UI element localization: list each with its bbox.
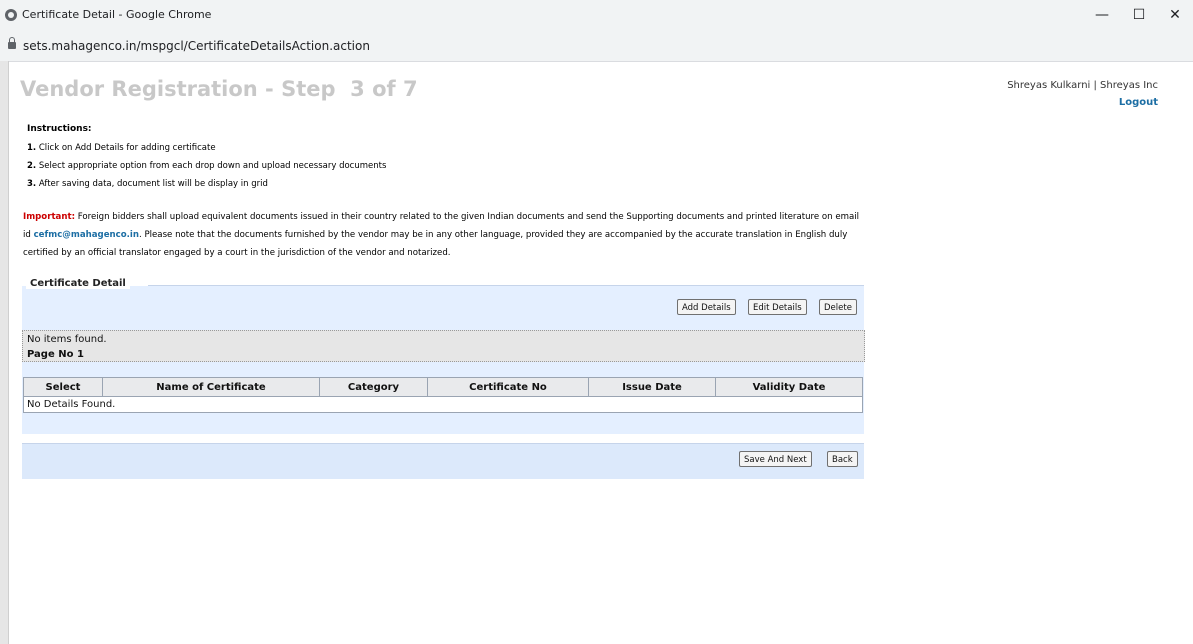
instruction-item: 3. After saving data, document list will… bbox=[27, 179, 268, 189]
delete-button[interactable]: Delete bbox=[819, 299, 857, 315]
page-title: Vendor Registration - Step 3 of 7 bbox=[20, 77, 418, 101]
important-text-continued: . Please note that the documents furnish… bbox=[23, 230, 848, 258]
instruction-number: 1. bbox=[27, 143, 37, 153]
column-header-category[interactable]: Category bbox=[319, 377, 428, 397]
minimize-icon[interactable]: — bbox=[1089, 5, 1115, 25]
important-label: Important: bbox=[23, 212, 76, 222]
footer-action-bar bbox=[22, 443, 864, 479]
instruction-text: Click on Add Details for adding certific… bbox=[36, 143, 216, 153]
edit-details-button[interactable]: Edit Details bbox=[748, 299, 807, 315]
column-header-issue-date[interactable]: Issue Date bbox=[588, 377, 716, 397]
back-button[interactable]: Back bbox=[827, 451, 858, 467]
instruction-item: 1. Click on Add Details for adding certi… bbox=[27, 143, 216, 153]
user-info: Shreyas Kulkarni | Shreyas Inc bbox=[1007, 80, 1158, 91]
email-link[interactable]: cefmc@mahagenco.in bbox=[34, 230, 139, 240]
window-left-edge bbox=[0, 61, 9, 644]
instruction-number: 3. bbox=[27, 179, 37, 189]
grid-status-panel: No items found. Page No 1 bbox=[22, 330, 865, 362]
close-icon[interactable]: ✕ bbox=[1162, 5, 1188, 25]
browser-favicon-icon bbox=[5, 9, 17, 21]
url-text[interactable]: sets.mahagenco.in/mspgcl/CertificateDeta… bbox=[23, 39, 370, 53]
instructions-heading: Instructions: bbox=[27, 124, 92, 134]
column-header-select[interactable]: Select bbox=[23, 377, 103, 397]
table-header-row: Select Name of Certificate Category Cert… bbox=[23, 377, 863, 397]
certificate-table: Select Name of Certificate Category Cert… bbox=[23, 377, 863, 413]
browser-chrome: Certificate Detail - Google Chrome — ☐ ✕… bbox=[0, 0, 1193, 62]
important-notice: Important: Foreign bidders shall upload … bbox=[23, 208, 863, 262]
maximize-icon[interactable]: ☐ bbox=[1126, 5, 1152, 25]
save-and-next-button[interactable]: Save And Next bbox=[739, 451, 812, 467]
instruction-text: After saving data, document list will be… bbox=[36, 179, 268, 189]
instruction-item: 2. Select appropriate option from each d… bbox=[27, 161, 386, 171]
no-items-message: No items found. bbox=[27, 334, 107, 345]
title-bar: Certificate Detail - Google Chrome — ☐ ✕ bbox=[0, 0, 1193, 32]
lock-icon bbox=[8, 37, 16, 49]
window-title: Certificate Detail - Google Chrome bbox=[22, 8, 212, 21]
certificate-detail-legend: Certificate Detail bbox=[26, 278, 130, 289]
no-details-message: No Details Found. bbox=[23, 396, 863, 413]
add-details-button[interactable]: Add Details bbox=[677, 299, 736, 315]
instruction-text: Select appropriate option from each drop… bbox=[36, 161, 387, 171]
column-header-name[interactable]: Name of Certificate bbox=[102, 377, 320, 397]
instruction-number: 2. bbox=[27, 161, 37, 171]
logout-link[interactable]: Logout bbox=[1119, 97, 1158, 108]
table-row: No Details Found. bbox=[23, 396, 863, 413]
column-header-certificate-no[interactable]: Certificate No bbox=[427, 377, 589, 397]
page-number: Page No 1 bbox=[27, 349, 84, 360]
address-bar[interactable]: sets.mahagenco.in/mspgcl/CertificateDeta… bbox=[0, 35, 1193, 59]
column-header-validity-date[interactable]: Validity Date bbox=[715, 377, 863, 397]
